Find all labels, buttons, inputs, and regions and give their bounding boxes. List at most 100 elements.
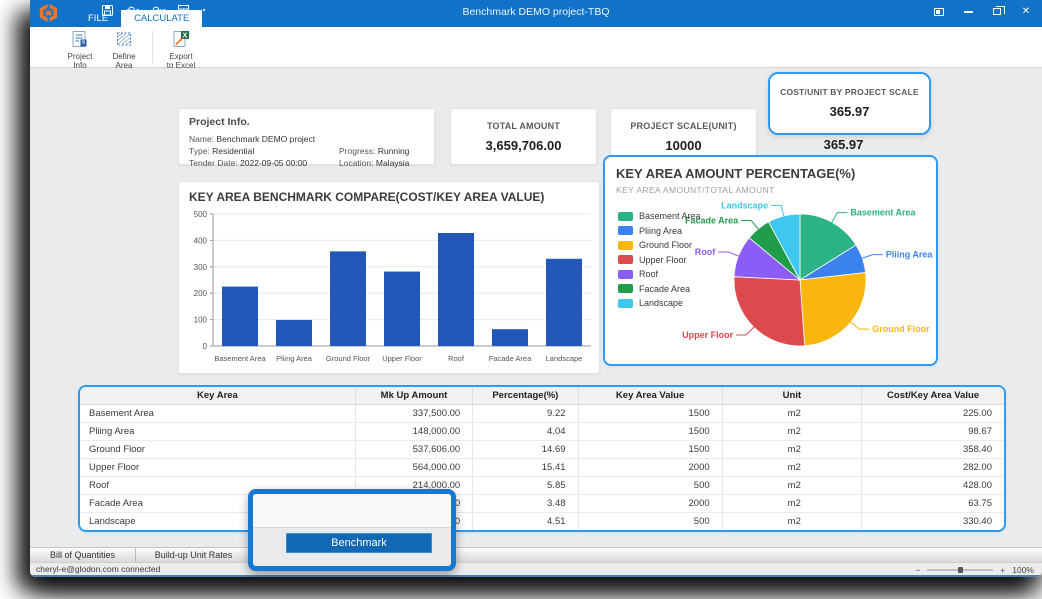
benchmark-highlight-overlay: Benchmark — [248, 489, 456, 571]
cell-pliing-area-cost-key-area-value: 98.67 — [862, 422, 1004, 440]
bar-landscape — [546, 259, 582, 346]
layout-icon[interactable] — [933, 6, 945, 17]
table-row-upper-floor[interactable]: Upper Floor564,000.0015.412000m2282.00 — [80, 458, 1004, 476]
zoom-slider-thumb[interactable] — [958, 567, 963, 573]
cell-roof-percentage-: 5.85 — [473, 476, 578, 494]
legend-swatch-roof — [618, 270, 633, 279]
cell-upper-floor-key-area: Upper Floor — [80, 458, 355, 476]
export-excel-label-2: to Excel — [167, 61, 195, 70]
table-row-pliing-area[interactable]: Pliing Area148,000.004.041500m298.67 — [80, 422, 1004, 440]
cell-roof-key-area-value: 500 — [578, 476, 722, 494]
cell-pliing-area-unit: m2 — [722, 422, 862, 440]
cell-basement-area-key-area: Basement Area — [80, 404, 355, 422]
legend-swatch-facade-area — [618, 284, 633, 293]
callout-value: 365.97 — [770, 104, 929, 119]
zoom-in-icon[interactable]: + — [1000, 565, 1005, 575]
legend-swatch-landscape — [618, 299, 633, 308]
bar-x-label-ground-floor: Ground Floor — [326, 354, 371, 363]
benchmark-button[interactable]: Benchmark — [286, 533, 432, 553]
define-area-label-1: Define — [112, 52, 135, 61]
cell-upper-floor-key-area-value: 2000 — [578, 458, 722, 476]
cost-unit-callout: COST/UNIT BY PROJECT SCALE 365.97 — [768, 72, 931, 135]
svg-text:0: 0 — [203, 342, 208, 351]
cell-pliing-area-key-area-value: 1500 — [578, 422, 722, 440]
overlay-magnified-area — [253, 494, 451, 528]
legend-swatch-pliing-area — [618, 226, 633, 235]
project-info-icon — [71, 30, 89, 52]
legend-item-landscape: Landscape — [618, 296, 701, 311]
field-progress-value: Running — [378, 146, 410, 156]
bottom-tab-bar: Bill of Quantities Build-up Unit Rates — [30, 547, 1042, 562]
legend-item-basement-area: Basement Area — [618, 209, 701, 224]
svg-text:500: 500 — [194, 210, 208, 219]
cell-ground-floor-key-area: Ground Floor — [80, 440, 355, 458]
zoom-widget: − + 100% — [915, 563, 1034, 576]
legend-label-basement-area: Basement Area — [639, 211, 701, 221]
cell-landscape-cost-key-area-value: 330.40 — [862, 512, 1004, 530]
cell-upper-floor-cost-key-area-value: 282.00 — [862, 458, 1004, 476]
total-amount-label: TOTAL AMOUNT — [451, 121, 596, 131]
cell-upper-floor-unit: m2 — [722, 458, 862, 476]
cell-ground-floor-key-area-value: 1500 — [578, 440, 722, 458]
minimize-icon[interactable] — [962, 6, 974, 17]
svg-text:200: 200 — [194, 289, 208, 298]
legend-item-pliing-area: Pliing Area — [618, 224, 701, 239]
legend-label-facade-area: Facade Area — [639, 284, 690, 294]
column-header-cost-key-area-value: Cost/Key Area Value — [862, 387, 1004, 404]
field-tender-label: Tender Date: — [189, 158, 238, 168]
legend-item-ground-floor: Ground Floor — [618, 238, 701, 253]
restore-icon[interactable] — [991, 6, 1003, 17]
bar-roof — [438, 233, 474, 346]
svg-text:100: 100 — [194, 316, 208, 325]
field-type-label: Type: — [189, 146, 210, 156]
zoom-out-icon[interactable]: − — [915, 565, 920, 575]
project-info-card: Project Info. Name: Benchmark DEMO proje… — [178, 108, 435, 165]
pie-chart-title: KEY AREA AMOUNT PERCENTAGE(%) — [616, 166, 855, 181]
key-area-table: Key AreaMk Up AmountPercentage(%)Key Are… — [80, 387, 1004, 531]
zoom-percentage: 100% — [1012, 565, 1034, 575]
export-excel-button[interactable]: X Export to Excel — [159, 27, 203, 67]
field-type-value: Residential — [212, 146, 254, 156]
legend-item-facade-area: Facade Area — [618, 282, 701, 297]
tab-file[interactable]: FILE — [75, 10, 121, 27]
pie-label-landscape: Landscape — [721, 200, 768, 210]
bar-x-label-basement-area: Basement Area — [214, 354, 266, 363]
define-area-icon — [115, 30, 133, 52]
connection-status: cheryl-e@glodon.com connected — [30, 564, 160, 574]
legend-label-landscape: Landscape — [639, 298, 683, 308]
project-info-fields-col2: Progress: Running Location: Malaysia — [339, 145, 409, 169]
tab-bill-of-quantities[interactable]: Bill of Quantities — [30, 548, 136, 562]
tab-calculate[interactable]: CALCULATE — [121, 10, 202, 27]
define-area-label-2: Area — [116, 61, 133, 70]
table-row-basement-area[interactable]: Basement Area337,500.009.221500m2225.00 — [80, 404, 1004, 422]
column-header-unit: Unit — [722, 387, 862, 404]
legend-label-ground-floor: Ground Floor — [639, 240, 692, 250]
table-row-landscape[interactable]: Landscape165,200.004.51500m2330.40 — [80, 512, 1004, 530]
project-info-button[interactable]: Project Info — [58, 27, 102, 67]
ribbon-tab-strip: FILE CALCULATE — [75, 10, 202, 27]
pie-legend: Basement Area Pliing AreaGround Floor Uppe… — [618, 209, 701, 311]
pie-label-basement-area: Basement Area — [850, 208, 916, 218]
cell-ground-floor-unit: m2 — [722, 440, 862, 458]
zoom-slider[interactable] — [927, 569, 993, 571]
cost-unit-value: 365.97 — [770, 137, 917, 152]
cell-landscape-key-area-value: 500 — [578, 512, 722, 530]
cell-upper-floor-mk-up-amount: 564,000.00 — [355, 458, 472, 476]
legend-item-upper-floor: Upper Floor — [618, 253, 701, 268]
table-row-facade-area[interactable]: Facade Area127,500.003.482000m263.75 — [80, 494, 1004, 512]
close-icon[interactable]: ✕ — [1020, 6, 1032, 17]
pie-slice-ground-floor — [800, 272, 866, 345]
bar-basement-area — [222, 287, 258, 346]
define-area-button[interactable]: Define Area — [102, 27, 146, 67]
table-row-ground-floor[interactable]: Ground Floor537,606.0014.691500m2358.40 — [80, 440, 1004, 458]
toolbar-separator — [152, 31, 153, 63]
field-progress-label: Progress: — [339, 146, 375, 156]
cell-landscape-unit: m2 — [722, 512, 862, 530]
table-row-roof[interactable]: Roof214,000.005.85500m2428.00 — [80, 476, 1004, 494]
tab-build-up-unit-rates[interactable]: Build-up Unit Rates — [136, 548, 252, 562]
svg-text:400: 400 — [194, 236, 208, 245]
cell-ground-floor-percentage-: 14.69 — [473, 440, 578, 458]
project-scale-label: PROJECT SCALE(UNIT) — [611, 121, 756, 131]
legend-swatch-ground-floor — [618, 241, 633, 250]
bar-x-label-pliing-area: Pliing Area — [276, 354, 313, 363]
